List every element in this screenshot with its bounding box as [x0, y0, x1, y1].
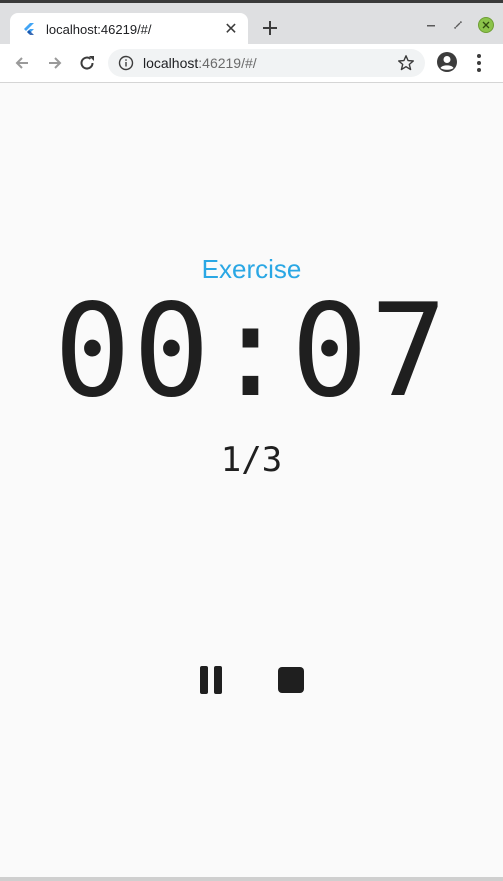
pause-icon-bar [200, 666, 208, 694]
menu-dot [477, 68, 481, 72]
tab-title: localhost:46219/#/ [46, 22, 152, 37]
info-icon[interactable] [118, 55, 134, 71]
pause-icon-bar [214, 666, 222, 694]
back-button[interactable] [11, 52, 33, 74]
round-counter: 1/3 [220, 440, 283, 480]
arrow-right-icon [49, 57, 62, 69]
url-path: :46219/#/ [198, 55, 257, 71]
forward-button[interactable] [44, 52, 66, 74]
window-bottom-border [0, 877, 503, 881]
restore-icon [454, 21, 462, 29]
new-tab-button[interactable] [260, 18, 280, 38]
close-window-icon [482, 21, 490, 29]
tab-strip: localhost:46219/#/ ✕ [0, 0, 503, 47]
minimize-window-button[interactable] [423, 17, 439, 33]
browser-tab[interactable]: localhost:46219/#/ ✕ [10, 13, 248, 47]
stop-icon [278, 667, 304, 693]
flutter-icon [24, 23, 34, 35]
browser-toolbar: localhost:46219/#/ [0, 44, 503, 83]
menu-dot [477, 54, 481, 58]
account-circle-icon[interactable] [436, 51, 458, 73]
plus-icon [263, 21, 277, 35]
minimize-icon [427, 25, 435, 27]
timer-display: 00:07 [53, 277, 450, 426]
reload-button[interactable] [76, 52, 98, 74]
arrow-left-icon [15, 57, 28, 69]
pause-button[interactable] [193, 662, 229, 698]
url-text: localhost:46219/#/ [143, 55, 257, 71]
timer-controls [0, 662, 503, 702]
stop-button[interactable] [273, 662, 309, 698]
close-window-button[interactable] [478, 17, 494, 33]
app-page: Exercise 00:07 1/3 [0, 84, 503, 881]
close-icon[interactable]: ✕ [222, 20, 240, 38]
address-bar[interactable]: localhost:46219/#/ [108, 49, 425, 77]
menu-dot [477, 61, 481, 65]
maximize-window-button[interactable] [450, 17, 466, 33]
more-vert-icon[interactable] [472, 52, 486, 74]
reload-icon [80, 56, 94, 70]
url-host: localhost [143, 55, 199, 71]
star-icon[interactable] [397, 54, 415, 72]
